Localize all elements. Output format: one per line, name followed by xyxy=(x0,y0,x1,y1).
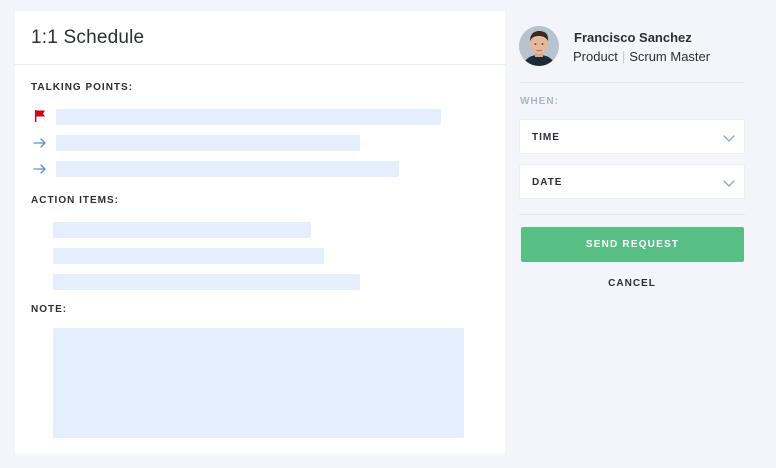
note-label: NOTE: xyxy=(31,304,68,315)
chevron-down-icon xyxy=(723,135,735,142)
card-header: 1:1 Schedule xyxy=(15,11,505,65)
page-title: 1:1 Schedule xyxy=(31,27,145,48)
date-select[interactable]: DATE xyxy=(519,164,745,199)
cancel-button[interactable]: CANCEL xyxy=(519,276,745,290)
time-select[interactable]: TIME xyxy=(519,119,745,154)
divider xyxy=(519,214,745,215)
send-request-button[interactable]: SEND REQUEST xyxy=(521,227,744,262)
user-department: Product xyxy=(573,49,618,64)
talking-points-label: TALKING POINTS: xyxy=(31,82,134,93)
talking-point-field-2[interactable] xyxy=(56,135,360,151)
arrow-right-icon xyxy=(33,138,46,148)
talking-point-field-1[interactable] xyxy=(56,109,441,125)
action-item-field-3[interactable] xyxy=(53,274,360,290)
time-select-label: TIME xyxy=(532,132,560,143)
role-separator: | xyxy=(621,49,626,64)
flag-icon xyxy=(35,110,45,122)
date-select-label: DATE xyxy=(532,177,563,188)
divider xyxy=(519,82,745,83)
request-panel: Francisco Sanchez Product | Scrum Master W… xyxy=(519,0,745,468)
user-role: Product | Scrum Master xyxy=(573,49,710,64)
action-item-field-2[interactable] xyxy=(53,248,324,264)
action-item-field-1[interactable] xyxy=(53,222,311,238)
arrow-right-icon xyxy=(33,164,46,174)
avatar xyxy=(519,26,559,66)
schedule-card: 1:1 Schedule TALKING POINTS: ACTION ITEM… xyxy=(15,11,505,454)
action-items-label: ACTION ITEMS: xyxy=(31,195,119,206)
when-label: WHEN: xyxy=(520,96,559,107)
user-name: Francisco Sanchez xyxy=(574,30,692,45)
chevron-down-icon xyxy=(723,180,735,187)
talking-point-field-3[interactable] xyxy=(56,161,399,177)
note-field[interactable] xyxy=(53,328,464,438)
user-title: Scrum Master xyxy=(629,49,711,64)
